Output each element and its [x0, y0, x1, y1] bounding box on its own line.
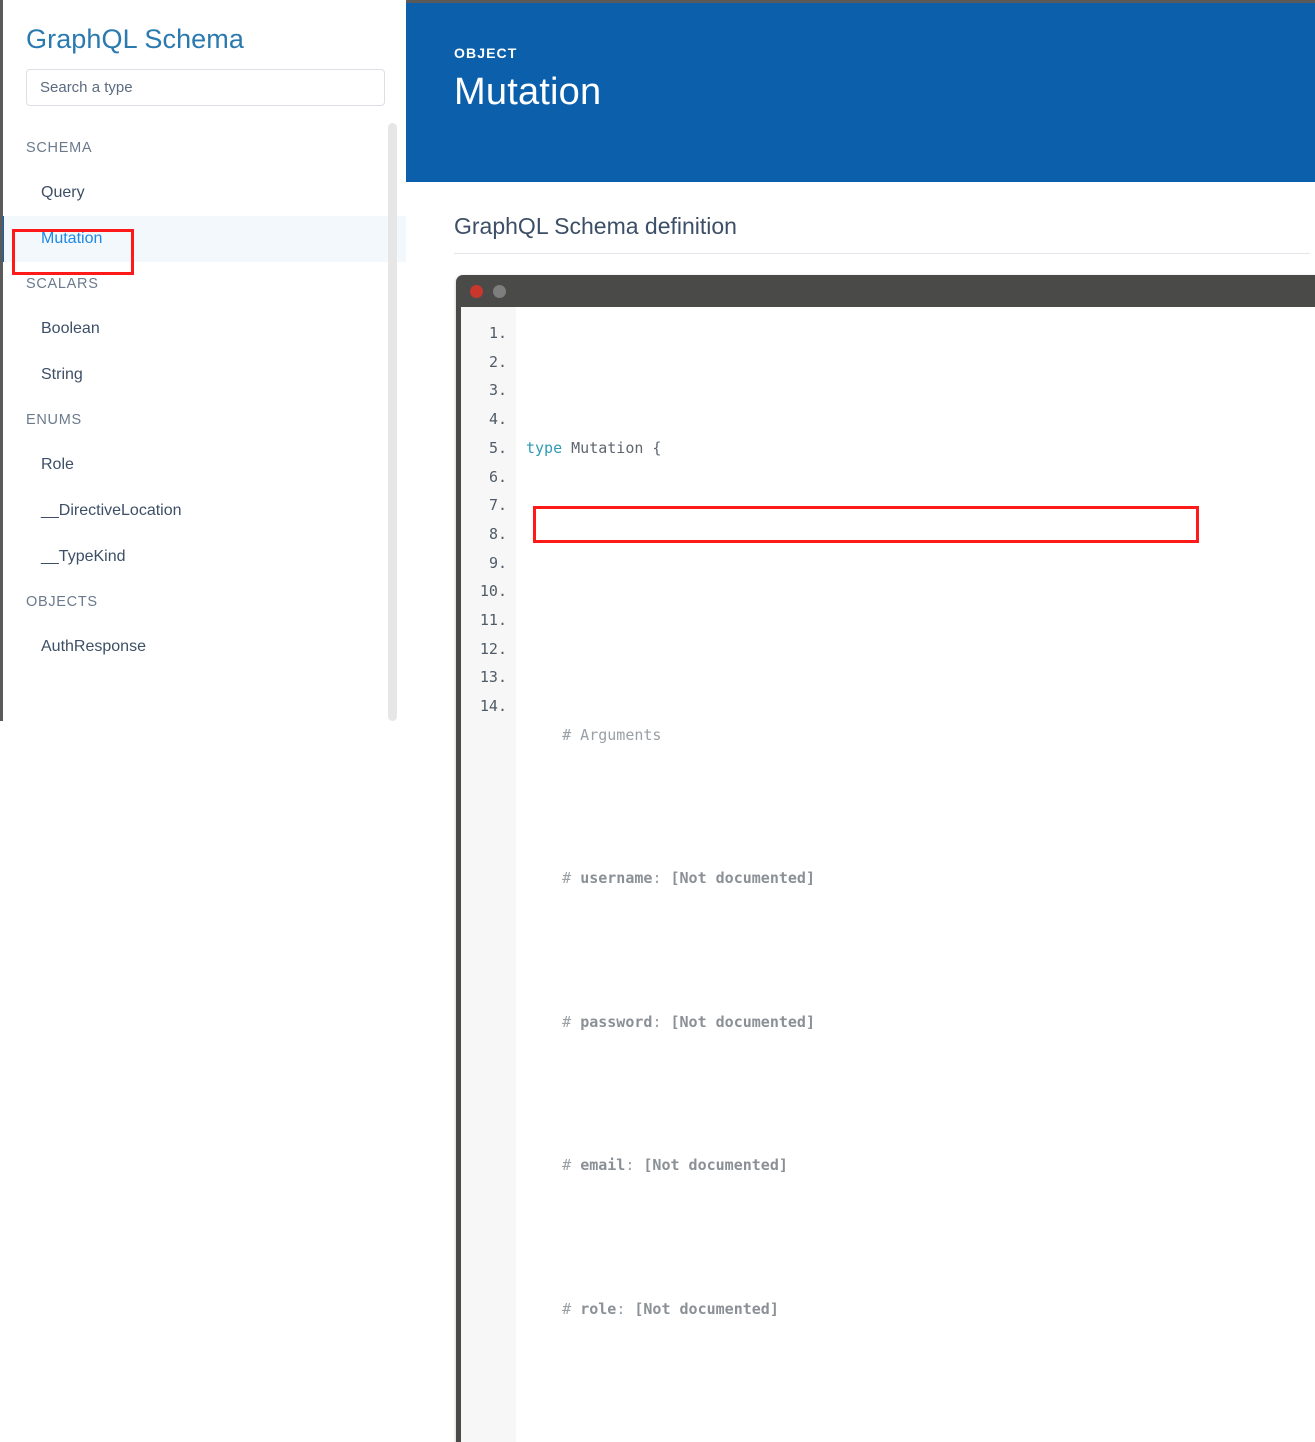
nav-group-title-enums: ENUMS [26, 412, 82, 428]
sidebar-scrollbar[interactable] [388, 123, 397, 721]
token-comment-arg-email: email [580, 1156, 626, 1175]
code-window-titlebar [456, 275, 1315, 307]
token-not-documented: [Not documented] [643, 1156, 788, 1175]
code-line-7: # role: [Not documented] [526, 1295, 1315, 1324]
sidebar-item-mutation[interactable]: Mutation [0, 216, 406, 262]
token-not-documented: [Not documented] [670, 869, 816, 888]
schema-type-nav: SCHEMA Query Mutation SCALARS Boolean St… [0, 126, 406, 670]
line-number: 10. [479, 582, 507, 601]
token-comment-arg-username: username [580, 869, 653, 888]
token-keyword-type: type [526, 438, 563, 457]
token-not-documented: [Not documented] [670, 1012, 816, 1031]
code-line-6: # email: [Not documented] [526, 1151, 1315, 1180]
line-number: 5. [488, 438, 507, 457]
sidebar-item-directivelocation[interactable]: __DirectiveLocation [0, 488, 406, 534]
sidebar-item-role[interactable]: Role [0, 442, 406, 488]
nav-group-title-objects: OBJECTS [26, 594, 98, 610]
nav-group-title-scalars: SCALARS [26, 276, 99, 292]
nav-group-enums: ENUMS Role __DirectiveLocation __TypeKin… [0, 398, 406, 580]
search-container [0, 56, 406, 106]
line-number: 11. [479, 611, 507, 630]
token-colon: : [616, 1299, 635, 1318]
code-line-5: # password: [Not documented] [526, 1008, 1315, 1037]
token-comment-hash: # [562, 869, 581, 888]
sidebar-item-boolean[interactable]: Boolean [0, 306, 406, 352]
nav-group-title-schema: SCHEMA [26, 140, 93, 156]
line-number: 9. [488, 553, 507, 572]
line-number: 7. [488, 496, 507, 515]
code-line-1: type Mutation { [526, 434, 1315, 463]
token-not-documented: [Not documented] [634, 1299, 779, 1318]
token-comment-arguments: # Arguments [562, 725, 662, 744]
sidebar-item-string[interactable]: String [0, 352, 406, 398]
nav-group-objects: OBJECTS AuthResponse [0, 580, 406, 670]
code-gutter: 1. 2. 3. 4. 5. 6. 7. 8. 9. 10. 11. 12. 1… [461, 307, 516, 1442]
token-comment-arg-role: role [580, 1299, 617, 1318]
minimize-dot-icon[interactable] [493, 284, 506, 298]
page-hero: OBJECT Mutation [406, 0, 1315, 182]
sidebar: GraphQL Schema SCHEMA Query Mutation SCA… [0, 0, 406, 721]
viewport-left-edge [0, 0, 3, 721]
line-number: 12. [479, 639, 507, 658]
token-colon: : [652, 869, 671, 888]
token-comment-hash: # [562, 1012, 581, 1031]
close-dot-icon[interactable] [470, 284, 483, 298]
code-body: 1. 2. 3. 4. 5. 6. 7. 8. 9. 10. 11. 12. 1… [461, 307, 1315, 1442]
line-number: 2. [488, 352, 507, 371]
sidebar-item-authresponse[interactable]: AuthResponse [0, 624, 406, 670]
section-heading-container: GraphQL Schema definition [454, 212, 1310, 254]
token-type-name: Mutation [571, 438, 644, 457]
line-number: 14. [479, 697, 507, 716]
nav-group-scalars: SCALARS Boolean String [0, 262, 406, 398]
code-line-3: # Arguments [526, 721, 1315, 750]
token-colon: : [652, 1012, 671, 1031]
viewport-top-edge [0, 0, 1315, 3]
line-number: 3. [488, 381, 507, 400]
line-number: 1. [488, 324, 507, 342]
hero-kicker: OBJECT [454, 45, 518, 61]
page-title: Mutation [454, 71, 602, 113]
viewport-top-edge-white [3, 0, 406, 3]
token-comment-hash: # [562, 1299, 581, 1318]
sidebar-item-query[interactable]: Query [0, 170, 406, 216]
sidebar-item-typekind[interactable]: __TypeKind [0, 534, 406, 580]
line-number: 4. [488, 410, 507, 429]
schema-definition-code-window: 1. 2. 3. 4. 5. 6. 7. 8. 9. 10. 11. 12. 1… [456, 275, 1315, 1442]
token-comment-arg-password: password [580, 1012, 653, 1031]
code-lines[interactable]: type Mutation { # Arguments # username: … [516, 307, 1315, 1442]
line-number: 13. [479, 668, 507, 687]
section-heading: GraphQL Schema definition [454, 213, 737, 239]
code-line-4: # username: [Not documented] [526, 864, 1315, 893]
token-brace-open: { [643, 438, 662, 457]
line-number: 6. [488, 467, 507, 486]
search-input[interactable] [26, 69, 385, 106]
token-comment-hash: # [562, 1156, 581, 1175]
nav-group-schema: SCHEMA Query Mutation [0, 126, 406, 262]
graphql-schema-docs-page: GraphQL Schema SCHEMA Query Mutation SCA… [0, 0, 1315, 1442]
token-colon: : [625, 1156, 644, 1175]
code-line-8: addUser(username: String!, password: Str… [526, 1438, 1315, 1442]
sidebar-title: GraphQL Schema [26, 24, 245, 54]
line-number: 8. [488, 524, 507, 543]
